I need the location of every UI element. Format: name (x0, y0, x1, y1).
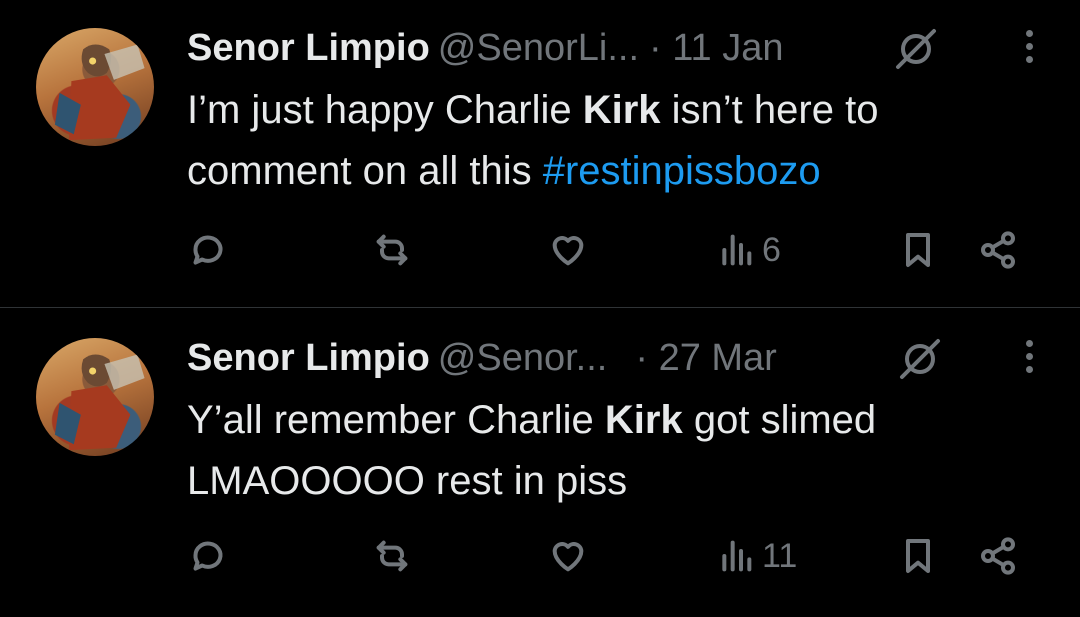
tweet-actions: 6 (0, 222, 1080, 278)
like-icon (552, 236, 584, 266)
tweet[interactable]: Senor Limpio @Senor... · 27 Mar Y’all reme… (0, 307, 1080, 617)
reply-icon (193, 541, 223, 571)
views-button[interactable]: 6 (716, 228, 781, 272)
reply-icon (193, 235, 223, 265)
views-count: 6 (762, 230, 781, 269)
avatar[interactable] (36, 338, 154, 456)
author-handle[interactable]: @SenorLi... (438, 27, 639, 69)
reply-button[interactable] (188, 534, 228, 578)
share-icon (981, 231, 1015, 269)
more-options-icon[interactable] (1022, 30, 1036, 70)
author-name[interactable]: Senor Limpio (187, 337, 430, 379)
views-button[interactable]: 11 (716, 534, 797, 578)
share-icon (981, 537, 1015, 575)
author-handle[interactable]: @Senor... (438, 337, 608, 379)
like-icon (552, 542, 584, 572)
tweet[interactable]: Senor Limpio @SenorLi... · 11 Jan I’m just… (0, 0, 1080, 307)
views-count: 11 (762, 536, 798, 575)
tweet-time[interactable]: · 11 Jan (649, 27, 783, 69)
tweet-text: I’m just happy Charlie Kirk isn’t here t… (187, 80, 1047, 202)
bookmark-icon (906, 539, 930, 573)
views-icon (722, 234, 752, 266)
like-button[interactable] (548, 228, 588, 272)
tweet-actions: 11 (0, 528, 1080, 584)
retweet-icon (376, 540, 408, 572)
bookmark-icon (906, 233, 930, 267)
tweet-text-bold: Kirk (582, 88, 661, 132)
reply-button[interactable] (188, 228, 228, 272)
tweet-text: Y’all remember Charlie Kirk got slimed L… (187, 390, 1047, 512)
avatar[interactable] (36, 28, 154, 146)
retweet-button[interactable] (372, 228, 412, 272)
tweet-feed: Senor Limpio @SenorLi... · 11 Jan I’m just… (0, 0, 1080, 617)
tweet-text-part: I’m just happy Charlie (187, 88, 583, 132)
no-link-icon (892, 26, 940, 72)
bookmark-button[interactable] (898, 534, 938, 578)
bookmark-button[interactable] (898, 228, 938, 272)
share-button[interactable] (978, 228, 1018, 272)
tweet-header: Senor Limpio @Senor... · 27 Mar (187, 332, 777, 384)
hashtag-link[interactable]: #restinpissbozo (543, 149, 821, 193)
tweet-text-part: Y’all remember Charlie (187, 398, 605, 442)
no-link-icon (896, 336, 944, 382)
like-button[interactable] (548, 534, 588, 578)
tweet-text-bold: Kirk (604, 398, 683, 442)
views-icon (722, 540, 752, 572)
tweet-header: Senor Limpio @SenorLi... · 11 Jan (187, 22, 784, 74)
tweet-time[interactable]: · 27 Mar (635, 337, 776, 379)
retweet-button[interactable] (372, 534, 412, 578)
author-name[interactable]: Senor Limpio (187, 27, 430, 69)
retweet-icon (376, 234, 408, 266)
more-options-icon[interactable] (1022, 340, 1036, 380)
share-button[interactable] (978, 534, 1018, 578)
